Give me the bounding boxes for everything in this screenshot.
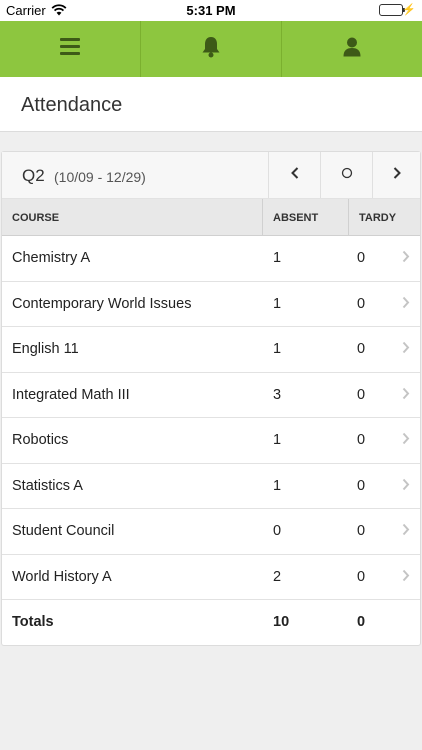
table-row[interactable]: Robotics 1 0 [2, 418, 420, 464]
tardy-count: 0 [357, 568, 366, 585]
column-header-course: COURSE [12, 212, 60, 224]
tardy-count: 0 [357, 341, 366, 357]
course-name: English 11 [12, 341, 79, 357]
absent-count: 3 [273, 386, 282, 403]
tardy-count: 0 [357, 477, 366, 494]
table-row[interactable]: Chemistry A 1 0 [2, 236, 420, 282]
course-name: Student Council [12, 523, 115, 539]
course-name: Robotics [12, 432, 69, 448]
table-row[interactable]: Integrated Math III 3 0 [2, 373, 420, 418]
tardy-count: 0 [357, 386, 366, 403]
table-row[interactable]: Contemporary World Issues 1 0 [2, 282, 420, 327]
column-header-absent: ABSENT [262, 199, 348, 236]
previous-term-button[interactable] [268, 152, 320, 198]
chevron-right-icon [402, 341, 410, 358]
chevron-right-icon [402, 250, 410, 267]
table-row[interactable]: English 11 1 0 [2, 327, 420, 373]
absent-count: 1 [273, 295, 282, 312]
chevron-right-icon [393, 166, 401, 184]
tardy-count: 0 [357, 250, 366, 266]
page-header: Attendance [0, 77, 422, 132]
top-nav-bar [0, 21, 422, 77]
profile-button[interactable] [282, 21, 422, 77]
circle-icon [341, 166, 353, 184]
course-name: Contemporary World Issues [12, 295, 192, 312]
absent-count: 2 [273, 568, 282, 585]
attendance-card: Q2 (10/09 - 12/29) COURSE ABSENT TARDY C… [1, 151, 421, 646]
chevron-right-icon [402, 569, 410, 586]
chevron-left-icon [290, 166, 299, 184]
chevron-right-icon [402, 432, 410, 449]
notifications-button[interactable] [141, 21, 282, 77]
table-row[interactable]: World History A 2 0 [2, 555, 420, 600]
bell-icon [201, 36, 221, 63]
table-row[interactable]: Student Council 0 0 [2, 509, 420, 555]
chevron-right-icon [402, 478, 410, 495]
absent-count: 1 [273, 250, 282, 266]
user-icon [343, 37, 361, 62]
battery-icon [379, 4, 405, 16]
column-header-tardy: TARDY [348, 199, 420, 236]
totals-label: Totals [12, 614, 54, 630]
table-row[interactable]: Statistics A 1 0 [2, 464, 420, 509]
totals-row: Totals 10 0 [2, 600, 420, 645]
absent-count: 1 [273, 341, 282, 357]
menu-button[interactable] [0, 21, 141, 77]
tardy-count: 0 [357, 523, 366, 539]
current-term-button[interactable] [320, 152, 372, 198]
course-list: Chemistry A 1 0 Contemporary World Issue… [2, 236, 420, 600]
chevron-right-icon [402, 523, 410, 540]
term-date-range: (10/09 - 12/29) [54, 169, 146, 185]
total-tardy: 0 [357, 614, 366, 630]
chevron-right-icon [402, 387, 410, 404]
absent-count: 1 [273, 432, 282, 448]
term-selector: Q2 (10/09 - 12/29) [2, 152, 420, 199]
absent-count: 0 [273, 523, 282, 539]
tardy-count: 0 [357, 295, 366, 312]
hamburger-menu-icon [60, 38, 80, 60]
course-name: Integrated Math III [12, 386, 130, 403]
next-term-button[interactable] [372, 152, 420, 198]
status-bar: Carrier 5:31 PM ⚡ [0, 0, 422, 21]
course-name: World History A [12, 568, 112, 585]
total-absent: 10 [273, 614, 290, 630]
page-title: Attendance [21, 94, 123, 116]
term-label: Q2 [22, 166, 45, 185]
course-name: Chemistry A [12, 250, 91, 266]
absent-count: 1 [273, 477, 282, 494]
course-name: Statistics A [12, 477, 83, 494]
charging-icon: ⚡ [402, 4, 416, 16]
table-header: COURSE ABSENT TARDY [2, 199, 420, 236]
tardy-count: 0 [357, 432, 366, 448]
chevron-right-icon [402, 296, 410, 313]
clock-time: 5:31 PM [186, 3, 236, 18]
